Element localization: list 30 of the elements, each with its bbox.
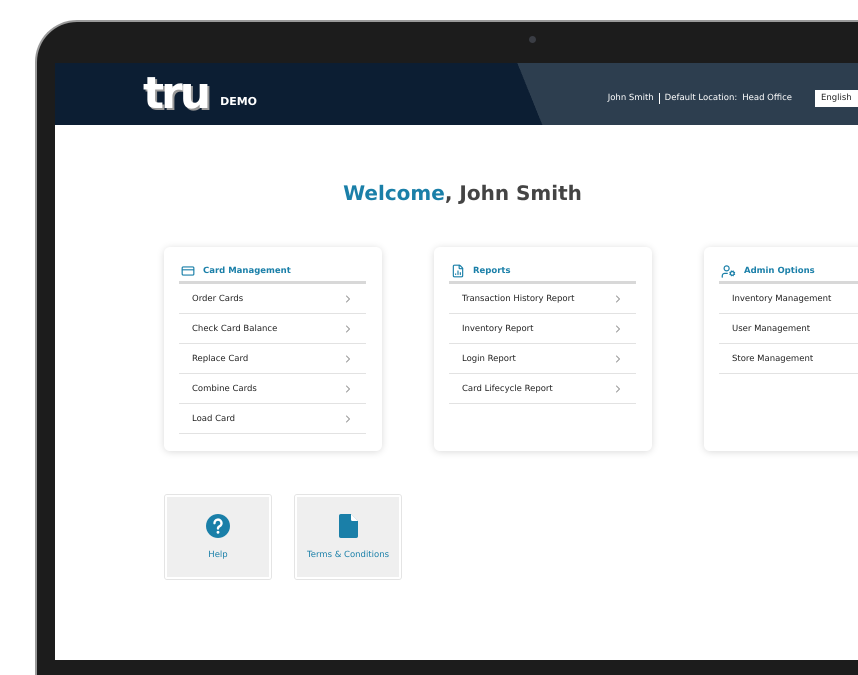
location-name: Head Office (742, 93, 792, 103)
camera-dot (529, 36, 536, 43)
help-icon (206, 514, 230, 538)
menu-item[interactable]: Check Card Balance (179, 314, 366, 344)
user-settings-icon (721, 264, 736, 278)
menu-item[interactable]: Transaction History Report (449, 284, 636, 314)
menu-item[interactable]: User Management (719, 314, 858, 344)
link-tile[interactable]: Help (164, 494, 272, 580)
demo-label: DEMO (220, 94, 258, 108)
menu-item[interactable]: Card Lifecycle Report (449, 374, 636, 404)
menu-item[interactable]: Combine Cards (179, 374, 366, 404)
language-select[interactable]: English (815, 90, 858, 106)
logo: tru (143, 72, 208, 116)
card-title: Reports (473, 266, 511, 276)
credit-card-icon (181, 264, 195, 278)
document-icon (338, 514, 358, 538)
card-title: Card Management (203, 266, 291, 276)
menu-item[interactable]: Inventory Report (449, 314, 636, 344)
link-tile[interactable]: Terms & Conditions (294, 494, 402, 580)
menu-item[interactable]: Order Cards (179, 284, 366, 314)
menu-item[interactable]: Login Report (449, 344, 636, 374)
menu-item[interactable]: Load Card (179, 404, 366, 434)
welcome-heading: Welcome, John Smith (342, 181, 583, 205)
menu-item[interactable]: Inventory Management (719, 284, 858, 314)
menu-item[interactable]: Store Management (719, 344, 858, 374)
user-name: John Smith (608, 93, 654, 103)
card-title: Admin Options (744, 266, 815, 276)
menu-item[interactable]: Replace Card (179, 344, 366, 374)
location-label: Default Location: (664, 93, 738, 103)
report-chart-icon (451, 264, 465, 278)
